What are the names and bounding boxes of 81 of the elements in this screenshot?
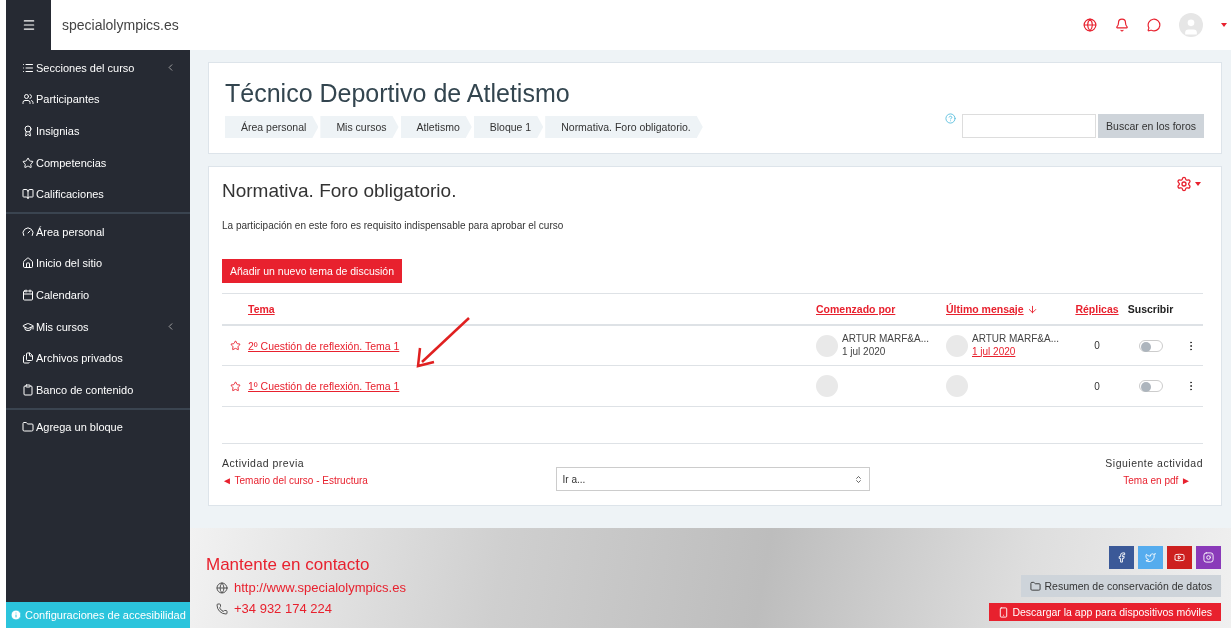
social-button[interactable] — [1109, 546, 1134, 569]
menu-button[interactable] — [6, 0, 51, 50]
sidebar-item-icon — [22, 125, 34, 137]
globe-icon — [216, 581, 228, 594]
jump-to-select[interactable]: Ir a... — [555, 467, 870, 491]
sidebar-item[interactable]: Participantes — [6, 83, 190, 116]
twitter-icon — [1145, 552, 1156, 563]
social-button[interactable] — [1167, 546, 1192, 569]
sidebar-item[interactable]: Calificaciones — [6, 178, 190, 210]
sidebar-item[interactable]: Calendario — [6, 279, 190, 311]
sidebar-item-icon — [22, 320, 34, 333]
sidebar-item[interactable]: Mis cursos — [6, 310, 190, 343]
search-button[interactable]: Buscar en los foros — [1098, 114, 1204, 138]
breadcrumb-item[interactable]: Área personal — [225, 116, 319, 138]
mobile-app-button[interactable]: Descargar la app para dispositivos móviles — [989, 603, 1221, 621]
subscribe-toggle[interactable] — [1138, 380, 1163, 392]
phone-icon — [998, 606, 1010, 618]
sidebar-item-icon — [22, 188, 34, 201]
social-button[interactable] — [1196, 546, 1221, 569]
sidebar-item-icon — [22, 93, 34, 106]
reply-count: 0 — [1094, 340, 1100, 351]
sidebar-item-icon — [22, 383, 34, 396]
previous-activity-link[interactable]: ◄ Temario del curso - Estructura — [222, 475, 368, 486]
footer-heading: Mantente en contacto — [206, 555, 371, 575]
course-title: Técnico Deportivo de Atletismo — [225, 79, 571, 108]
sidebar-item-icon — [22, 288, 34, 301]
chat-bubble-icon[interactable] — [1147, 18, 1161, 32]
search-field[interactable] — [962, 114, 1097, 138]
caret-icon[interactable] — [1221, 23, 1227, 27]
date-link[interactable]: 1 jul 2020 — [972, 345, 1060, 358]
author-name: ARTUR MARF&A... — [972, 333, 1060, 346]
column-header-link[interactable]: Réplicas — [1075, 303, 1119, 315]
breadcrumb-item[interactable]: Mis cursos — [320, 116, 399, 138]
breadcrumb-item[interactable]: Bloque 1 — [473, 116, 544, 138]
column-header-link[interactable]: Comenzado por — [816, 303, 896, 315]
post-date: 1 jul 2020 — [842, 345, 887, 358]
breadcrumb-item[interactable]: Atletismo — [400, 116, 472, 138]
subscribe-toggle[interactable] — [1138, 339, 1163, 352]
column-label: Suscribir — [1127, 303, 1174, 315]
next-activity-label: Siguiente actividad — [1105, 457, 1203, 469]
sidebar-item-icon — [22, 421, 34, 434]
contact-link[interactable]: +34 932 174 224 — [206, 598, 406, 619]
sidebar-item[interactable]: Insignias — [6, 115, 190, 147]
sidebar-item[interactable]: Secciones del curso — [6, 52, 190, 84]
notification-bell-icon[interactable] — [1115, 18, 1129, 32]
sidebar-item[interactable]: Banco de contenido — [6, 373, 190, 406]
sidebar-item-icon — [22, 257, 34, 270]
phone-icon — [216, 602, 228, 615]
discussion-link[interactable]: 1º Cuestión de reflexión. Tema 1 — [248, 380, 816, 392]
author-name: ARTUR MARF&A... — [842, 333, 930, 346]
annotation-arrow — [414, 316, 472, 370]
column-header-link[interactable]: Último mensaje — [946, 303, 1038, 315]
reply-count: 0 — [1094, 380, 1100, 392]
breadcrumb-item[interactable]: Normativa. Foro obligatorio. — [545, 116, 703, 138]
instagram-icon — [1203, 552, 1214, 563]
menu-icon — [21, 18, 36, 32]
folder-icon — [1030, 580, 1042, 592]
info-icon — [10, 609, 22, 621]
sidebar-item-icon — [22, 156, 34, 169]
facebook-icon — [1116, 552, 1127, 563]
sidebar-item[interactable]: Área personal — [6, 215, 190, 248]
sidebar-item[interactable]: Agrega un bloque — [6, 411, 190, 444]
column-header-link[interactable]: Tema — [248, 303, 275, 315]
sidebar-item[interactable]: Archivos privados — [6, 342, 190, 374]
site-name: specialolympics.es — [62, 17, 179, 33]
sidebar-item[interactable]: Competencias — [6, 146, 190, 179]
previous-activity-label: Actividad previa — [222, 457, 305, 469]
forum-title: Normativa. Foro obligatorio. — [222, 180, 457, 202]
sidebar-item-icon — [22, 352, 34, 365]
next-activity-link[interactable]: Tema en pdf ► — [1123, 475, 1191, 486]
add-discussion-button[interactable]: Añadir un nuevo tema de discusión — [222, 259, 403, 283]
sidebar-item-icon — [22, 61, 34, 74]
contact-link[interactable]: http://www.specialolympics.es — [206, 577, 406, 598]
forum-description: La participación en este foro es requisito indispensable para aprobar el curso — [222, 220, 565, 231]
sidebar-item[interactable]: Inicio del sitio — [6, 247, 190, 280]
youtube-icon — [1174, 552, 1185, 563]
globe-icon[interactable] — [1083, 18, 1097, 32]
sidebar-item-icon — [22, 225, 34, 238]
select-arrows-icon — [853, 474, 863, 484]
data-retention-button[interactable]: Resumen de conservación de datos — [1021, 575, 1221, 597]
discussion-link[interactable]: 2º Cuestión de reflexión. Tema 1 — [248, 339, 816, 352]
